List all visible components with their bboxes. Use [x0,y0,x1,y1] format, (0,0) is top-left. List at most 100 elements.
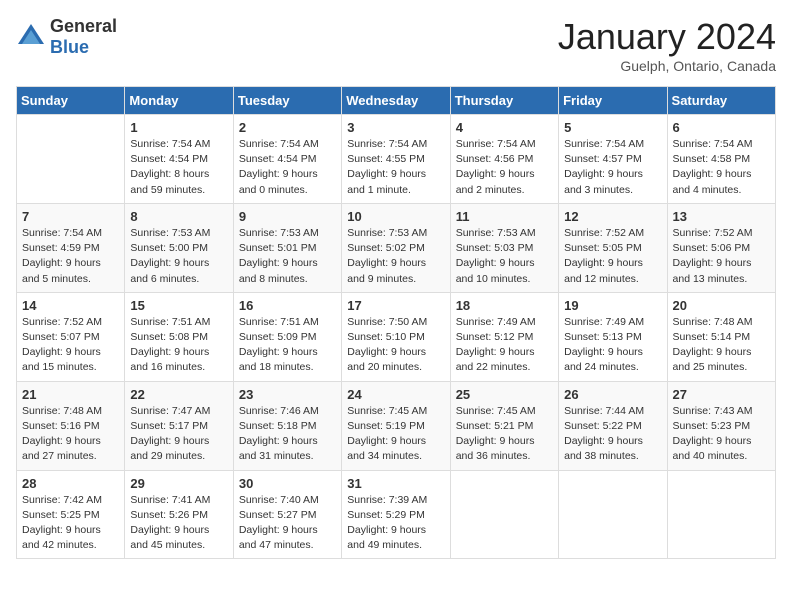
day-info: Sunrise: 7:45 AM Sunset: 5:19 PM Dayligh… [347,404,444,465]
day-info: Sunrise: 7:54 AM Sunset: 4:56 PM Dayligh… [456,137,553,198]
logo-blue: Blue [50,37,89,57]
day-info: Sunrise: 7:52 AM Sunset: 5:07 PM Dayligh… [22,315,119,376]
day-header-monday: Monday [125,87,233,115]
calendar-table: SundayMondayTuesdayWednesdayThursdayFrid… [16,86,776,559]
day-info: Sunrise: 7:49 AM Sunset: 5:12 PM Dayligh… [456,315,553,376]
day-info: Sunrise: 7:51 AM Sunset: 5:09 PM Dayligh… [239,315,336,376]
calendar-cell: 6 Sunrise: 7:54 AM Sunset: 4:58 PM Daylig… [667,115,775,204]
location-subtitle: Guelph, Ontario, Canada [558,58,776,74]
calendar-cell [559,470,667,559]
day-number: 28 [22,476,119,491]
day-info: Sunrise: 7:42 AM Sunset: 5:25 PM Dayligh… [22,493,119,554]
calendar-cell: 11 Sunrise: 7:53 AM Sunset: 5:03 PM Dayli… [450,203,558,292]
calendar-cell: 14Sunrise: 7:52 AM Sunset: 5:07 PM Dayli… [17,292,125,381]
day-info: Sunrise: 7:54 AM Sunset: 4:57 PM Dayligh… [564,137,661,198]
day-header-sunday: Sunday [17,87,125,115]
day-info: Sunrise: 7:46 AM Sunset: 5:18 PM Dayligh… [239,404,336,465]
calendar-cell: 3Sunrise: 7:54 AM Sunset: 4:55 PM Daylig… [342,115,450,204]
day-number: 10 [347,209,444,224]
day-info: Sunrise: 7:53 AM Sunset: 5:00 PM Dayligh… [130,226,227,287]
calendar-cell [450,470,558,559]
calendar-cell: 15 Sunrise: 7:51 AM Sunset: 5:08 PM Dayli… [125,292,233,381]
calendar-cell: 9 Sunrise: 7:53 AM Sunset: 5:01 PM Daylig… [233,203,341,292]
day-number: 22 [130,387,227,402]
calendar-cell: 2 Sunrise: 7:54 AM Sunset: 4:54 PM Daylig… [233,115,341,204]
calendar-cell: 27 Sunrise: 7:43 AM Sunset: 5:23 PM Dayli… [667,381,775,470]
day-number: 12 [564,209,661,224]
day-info: Sunrise: 7:48 AM Sunset: 5:16 PM Dayligh… [22,404,119,465]
day-number: 13 [673,209,770,224]
day-info: Sunrise: 7:51 AM Sunset: 5:08 PM Dayligh… [130,315,227,376]
logo-icon [16,22,46,52]
calendar-cell: 25 Sunrise: 7:45 AM Sunset: 5:21 PM Dayli… [450,381,558,470]
week-row: 14Sunrise: 7:52 AM Sunset: 5:07 PM Dayli… [17,292,776,381]
day-number: 18 [456,298,553,313]
day-number: 2 [239,120,336,135]
calendar-cell: 21 Sunrise: 7:48 AM Sunset: 5:16 PM Dayli… [17,381,125,470]
week-row: 1 Sunrise: 7:54 AM Sunset: 4:54 PM Daylig… [17,115,776,204]
calendar-cell: 13Sunrise: 7:52 AM Sunset: 5:06 PM Dayli… [667,203,775,292]
calendar-cell [17,115,125,204]
calendar-cell: 23Sunrise: 7:46 AM Sunset: 5:18 PM Dayli… [233,381,341,470]
day-number: 1 [130,120,227,135]
page-header: General Blue January 2024 Guelph, Ontari… [16,16,776,74]
day-number: 15 [130,298,227,313]
calendar-cell: 12 Sunrise: 7:52 AM Sunset: 5:05 PM Dayli… [559,203,667,292]
day-info: Sunrise: 7:47 AM Sunset: 5:17 PM Dayligh… [130,404,227,465]
day-info: Sunrise: 7:39 AM Sunset: 5:29 PM Dayligh… [347,493,444,554]
day-number: 30 [239,476,336,491]
day-info: Sunrise: 7:53 AM Sunset: 5:03 PM Dayligh… [456,226,553,287]
calendar-cell: 1 Sunrise: 7:54 AM Sunset: 4:54 PM Daylig… [125,115,233,204]
day-number: 9 [239,209,336,224]
week-row: 7 Sunrise: 7:54 AM Sunset: 4:59 PM Daylig… [17,203,776,292]
calendar-cell: 28 Sunrise: 7:42 AM Sunset: 5:25 PM Dayli… [17,470,125,559]
week-row: 21 Sunrise: 7:48 AM Sunset: 5:16 PM Dayli… [17,381,776,470]
day-info: Sunrise: 7:50 AM Sunset: 5:10 PM Dayligh… [347,315,444,376]
day-number: 26 [564,387,661,402]
day-number: 21 [22,387,119,402]
day-number: 11 [456,209,553,224]
calendar-cell: 31 Sunrise: 7:39 AM Sunset: 5:29 PM Dayli… [342,470,450,559]
day-header-saturday: Saturday [667,87,775,115]
day-info: Sunrise: 7:52 AM Sunset: 5:05 PM Dayligh… [564,226,661,287]
day-number: 24 [347,387,444,402]
title-block: January 2024 Guelph, Ontario, Canada [558,16,776,74]
calendar-cell: 4Sunrise: 7:54 AM Sunset: 4:56 PM Daylig… [450,115,558,204]
day-number: 25 [456,387,553,402]
day-info: Sunrise: 7:54 AM Sunset: 4:54 PM Dayligh… [239,137,336,198]
calendar-cell: 5Sunrise: 7:54 AM Sunset: 4:57 PM Daylig… [559,115,667,204]
day-header-friday: Friday [559,87,667,115]
day-info: Sunrise: 7:54 AM Sunset: 4:55 PM Dayligh… [347,137,444,198]
day-info: Sunrise: 7:54 AM Sunset: 4:54 PM Dayligh… [130,137,227,198]
logo: General Blue [16,16,117,58]
day-info: Sunrise: 7:43 AM Sunset: 5:23 PM Dayligh… [673,404,770,465]
day-info: Sunrise: 7:54 AM Sunset: 4:59 PM Dayligh… [22,226,119,287]
day-info: Sunrise: 7:40 AM Sunset: 5:27 PM Dayligh… [239,493,336,554]
logo-text: General Blue [50,16,117,58]
logo-general: General [50,16,117,36]
day-number: 6 [673,120,770,135]
calendar-cell: 30 Sunrise: 7:40 AM Sunset: 5:27 PM Dayli… [233,470,341,559]
calendar-cell: 24 Sunrise: 7:45 AM Sunset: 5:19 PM Dayli… [342,381,450,470]
day-header-wednesday: Wednesday [342,87,450,115]
calendar-cell: 20Sunrise: 7:48 AM Sunset: 5:14 PM Dayli… [667,292,775,381]
day-info: Sunrise: 7:45 AM Sunset: 5:21 PM Dayligh… [456,404,553,465]
day-info: Sunrise: 7:53 AM Sunset: 5:01 PM Dayligh… [239,226,336,287]
day-info: Sunrise: 7:49 AM Sunset: 5:13 PM Dayligh… [564,315,661,376]
week-row: 28 Sunrise: 7:42 AM Sunset: 5:25 PM Dayli… [17,470,776,559]
month-title: January 2024 [558,16,776,58]
day-number: 17 [347,298,444,313]
day-number: 27 [673,387,770,402]
calendar-cell: 7 Sunrise: 7:54 AM Sunset: 4:59 PM Daylig… [17,203,125,292]
day-number: 29 [130,476,227,491]
day-number: 20 [673,298,770,313]
day-info: Sunrise: 7:54 AM Sunset: 4:58 PM Dayligh… [673,137,770,198]
day-number: 7 [22,209,119,224]
calendar-cell: 29Sunrise: 7:41 AM Sunset: 5:26 PM Dayli… [125,470,233,559]
day-number: 8 [130,209,227,224]
day-number: 19 [564,298,661,313]
day-number: 31 [347,476,444,491]
day-info: Sunrise: 7:53 AM Sunset: 5:02 PM Dayligh… [347,226,444,287]
day-number: 16 [239,298,336,313]
day-header-tuesday: Tuesday [233,87,341,115]
